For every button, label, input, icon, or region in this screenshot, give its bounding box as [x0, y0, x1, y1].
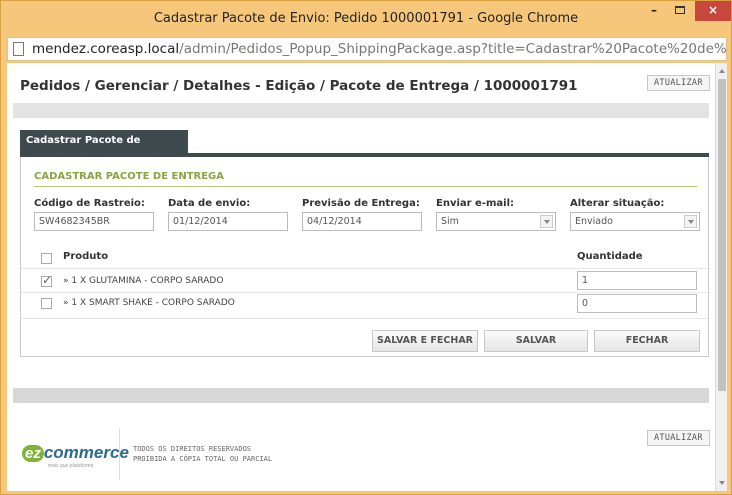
row-divider [21, 292, 708, 293]
header-divider-bar [13, 103, 709, 118]
ship-date-field[interactable]: 01/12/2014 [168, 212, 288, 231]
url-host: mendez.coreasp.local [32, 41, 180, 57]
address-bar[interactable]: mendez.coreasp.local/admin/Pedidos_Popup… [7, 37, 727, 61]
refresh-button-top[interactable]: ATUALIZAR [647, 75, 710, 91]
footer-separator [119, 428, 120, 480]
maximize-button[interactable] [669, 1, 691, 21]
maximize-icon [675, 6, 685, 14]
section-title: CADASTRAR PACOTE DE ENTREGA [34, 171, 224, 182]
page-icon [13, 42, 24, 56]
tab-cadastrar-pacote[interactable]: Cadastrar Pacote de Entrega [20, 130, 188, 168]
chevron-down-icon [684, 215, 697, 228]
legal-line-2: PROIBIDA A CÓPIA TOTAL OU PARCIAL [133, 455, 273, 463]
breadcrumb: Pedidos / Gerenciar / Detalhes - Edição … [20, 78, 578, 94]
minimize-button[interactable]: – [643, 1, 665, 21]
page-content: Pedidos / Gerenciar / Detalhes - Edição … [7, 63, 715, 491]
logo-text: commerce [43, 443, 129, 462]
logo-ez: ez [22, 445, 44, 462]
logo-tagline: mais que plataforma [48, 463, 94, 469]
col-header-quantity: Quantidade [577, 251, 643, 262]
send-email-value: Sim [441, 216, 459, 227]
close-button[interactable]: FECHAR [594, 330, 700, 352]
form-panel: CADASTRAR PACOTE DE ENTREGA Código de Ra… [20, 157, 709, 357]
close-window-button[interactable]: × [695, 1, 731, 21]
legal-line-1: TODOS OS DIREITOS RESERVADOS [133, 445, 252, 453]
ship-date-label: Data de envio: [168, 198, 251, 209]
save-close-button[interactable]: SALVAR E FECHAR [372, 330, 478, 352]
change-status-select[interactable]: Enviado [570, 212, 700, 231]
section-divider [34, 186, 697, 187]
quantity-field-1[interactable]: 1 [577, 271, 697, 290]
ezcommerce-logo: ez commerce mais que plataforma [22, 443, 129, 469]
scroll-down-icon[interactable] [719, 481, 725, 485]
row-divider [21, 268, 708, 269]
scrollbar-thumb[interactable] [718, 79, 726, 391]
checkmark-icon: ✓ [42, 273, 53, 287]
title-bar: Cadastrar Pacote de Envio: Pedido 100000… [1, 1, 731, 36]
row-checkbox-2[interactable] [41, 298, 52, 309]
delivery-forecast-field[interactable]: 04/12/2014 [302, 212, 422, 231]
save-button[interactable]: SALVAR [484, 330, 588, 352]
window-title: Cadastrar Pacote de Envio: Pedido 100000… [153, 11, 579, 26]
quantity-field-2[interactable]: 0 [577, 294, 697, 313]
send-email-label: Enviar e-mail: [436, 198, 515, 209]
tracking-label: Código de Rastreio: [34, 198, 145, 209]
change-status-value: Enviado [575, 216, 613, 227]
url-path: /admin/Pedidos_Popup_ShippingPackage.asp… [179, 41, 727, 57]
footer-divider-bar [13, 388, 709, 403]
scroll-up-icon[interactable] [719, 69, 725, 73]
change-status-label: Alterar situação: [570, 198, 665, 209]
delivery-forecast-label: Previsão de Entrega: [302, 198, 420, 209]
page-viewport: Pedidos / Gerenciar / Detalhes - Edição … [7, 63, 727, 491]
chevron-down-icon [540, 215, 553, 228]
url-text: mendez.coreasp.local/admin/Pedidos_Popup… [32, 41, 727, 57]
vertical-scrollbar[interactable] [715, 63, 727, 491]
product-name-1: » 1 X GLUTAMINA - CORPO SARADO [63, 276, 224, 286]
tracking-field[interactable]: SW4682345BR [34, 212, 154, 231]
send-email-select[interactable]: Sim [436, 212, 556, 231]
browser-window: Cadastrar Pacote de Envio: Pedido 100000… [0, 0, 732, 495]
row-checkbox-1[interactable]: ✓ [41, 273, 53, 287]
select-all-checkbox[interactable] [41, 253, 52, 264]
row-divider [21, 318, 708, 319]
col-header-product: Produto [63, 251, 109, 262]
product-name-2: » 1 X SMART SHAKE - CORPO SARADO [63, 298, 235, 308]
refresh-button-bottom[interactable]: ATUALIZAR [647, 430, 710, 446]
